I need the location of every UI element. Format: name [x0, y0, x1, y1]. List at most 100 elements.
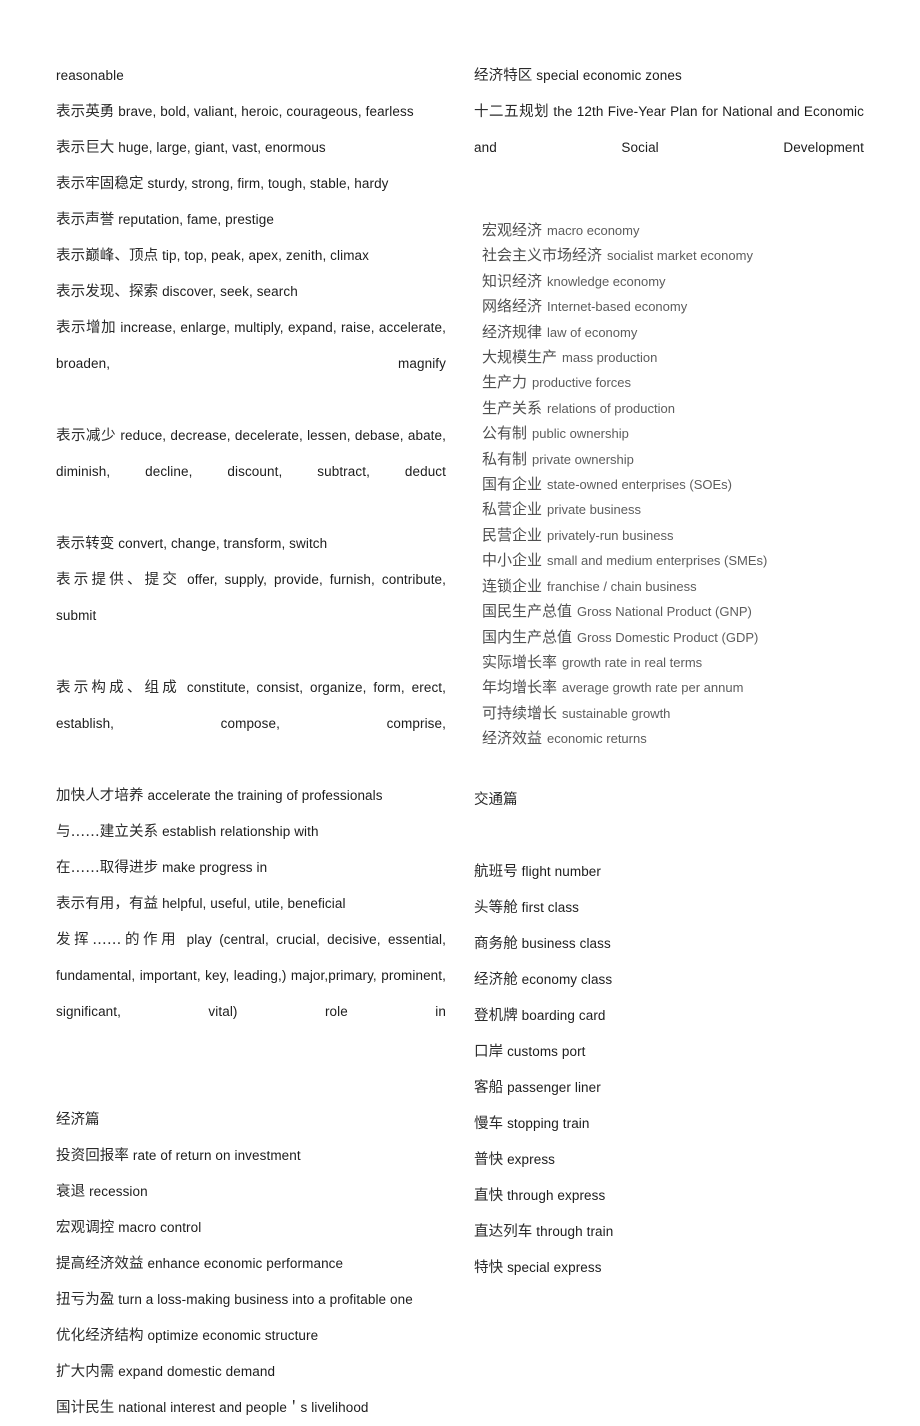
- term-chinese: 连锁企业: [482, 576, 543, 595]
- glossary-entry: 登机牌 boarding card: [474, 998, 864, 1034]
- term-chinese: 表示提供、提交: [56, 572, 181, 588]
- term-english: macro control: [118, 1220, 202, 1235]
- glossary-row: 经济规律 law of economy: [482, 320, 864, 345]
- term-chinese: 国计民生: [56, 1400, 115, 1416]
- term-chinese: 特快: [474, 1259, 504, 1276]
- glossary-row: 私营企业 private business: [482, 497, 864, 522]
- term-chinese: 商务舱: [474, 935, 518, 952]
- term-english: recession: [89, 1184, 148, 1199]
- term-english: establish relationship with: [162, 824, 319, 839]
- glossary-entry: 优化经济结构 optimize economic structure: [56, 1318, 446, 1354]
- glossary-entry: 宏观调控 macro control: [56, 1210, 446, 1246]
- glossary-entry: 慢车 stopping train: [474, 1106, 864, 1142]
- glossary-entry: 表示构成、组成 constitute, consist, organize, f…: [56, 670, 446, 778]
- term-chinese: 扩大内需: [56, 1364, 115, 1380]
- term-english: Gross Domestic Product (GDP): [577, 629, 759, 645]
- term-english: helpful, useful, utile, beneficial: [162, 896, 346, 911]
- glossary-row: 公有制 public ownership: [482, 421, 864, 446]
- term-english: sustainable growth: [562, 705, 671, 721]
- glossary-entry: 表示减少 reduce, decrease, decelerate, lesse…: [56, 418, 446, 526]
- glossary-entry: 扭亏为盈 turn a loss-making business into a …: [56, 1282, 446, 1318]
- term-chinese: 中小企业: [482, 551, 543, 570]
- term-chinese: 生产力: [482, 373, 528, 392]
- term-chinese: 经济特区: [474, 68, 533, 84]
- term-chinese: 表示巅峰、顶点: [56, 248, 159, 264]
- term-english: rate of return on investment: [132, 1148, 301, 1163]
- term-chinese: 表示英勇: [56, 104, 115, 120]
- term-chinese: 私有制: [482, 449, 528, 468]
- glossary-entry: 表示牢固稳定 sturdy, strong, firm, tough, stab…: [56, 166, 446, 202]
- glossary-entry: 表示声誉 reputation, fame, prestige: [56, 202, 446, 238]
- term-english: through train: [536, 1223, 614, 1239]
- term-english: accelerate the training of professionals: [147, 788, 383, 803]
- term-english: law of economy: [547, 324, 638, 340]
- term-chinese: 扭亏为盈: [56, 1292, 115, 1308]
- vertical-spacer: [474, 202, 864, 218]
- term-chinese: 普快: [474, 1151, 504, 1168]
- term-chinese: 经济效益: [482, 729, 543, 748]
- glossary-row: 国民生产总值 Gross National Product (GNP): [482, 599, 864, 624]
- term-english: national interest and people＇s livelihoo…: [118, 1400, 369, 1415]
- glossary-row: 年均增长率 average growth rate per annum: [482, 675, 864, 700]
- term-english: convert, change, transform, switch: [118, 536, 328, 551]
- left-column: reasonable 表示英勇 brave, bold, valiant, her…: [56, 58, 446, 1426]
- glossary-entry: 直达列车 through train: [474, 1214, 864, 1250]
- term-english: socialist market economy: [607, 248, 753, 264]
- term-english: relations of production: [547, 400, 675, 416]
- glossary-entry: 衰退 recession: [56, 1174, 446, 1210]
- term-chinese: 投资回报率: [56, 1148, 129, 1164]
- term-english: stopping train: [507, 1115, 590, 1131]
- term-english: discover, seek, search: [162, 284, 298, 299]
- term-english: special express: [507, 1259, 602, 1275]
- term-english: special economic zones: [536, 68, 682, 83]
- term-english: flight number: [521, 863, 602, 879]
- glossary-row: 大规模生产 mass production: [482, 345, 864, 370]
- term-chinese: 私营企业: [482, 500, 543, 519]
- term-chinese: 经济规律: [482, 322, 543, 341]
- term-english: macro economy: [547, 223, 640, 238]
- glossary-entry: reasonable: [56, 58, 446, 94]
- term-chinese: 民营企业: [482, 525, 543, 544]
- term-english: reputation, fame, prestige: [118, 212, 274, 227]
- term-english: private business: [547, 502, 641, 518]
- compact-glossary-block: 宏观经济 macro economy 社会主义市场经济 socialist marke…: [474, 218, 864, 752]
- term-english: tip, top, peak, apex, zenith, climax: [162, 248, 370, 263]
- document-page: reasonable 表示英勇 brave, bold, valiant, her…: [0, 0, 920, 1416]
- glossary-row: 连锁企业 franchise / chain business: [482, 574, 864, 599]
- term-chinese: 直快: [474, 1187, 504, 1204]
- glossary-entry: 口岸 customs port: [474, 1034, 864, 1070]
- term-english: mass production: [562, 350, 658, 366]
- term-english: privately-run business: [547, 527, 674, 543]
- glossary-row: 国内生产总值 Gross Domestic Product (GDP): [482, 625, 864, 650]
- term-chinese: 发挥……的作用: [56, 932, 180, 948]
- term-english: economic returns: [547, 731, 647, 747]
- term-chinese: 表示巨大: [56, 140, 115, 156]
- glossary-entry: 十二五规划 the 12th Five-Year Plan for Nation…: [474, 94, 864, 202]
- term-english: growth rate in real terms: [562, 654, 703, 670]
- term-english: economy class: [521, 971, 613, 987]
- term-chinese: 表示减少: [56, 428, 117, 444]
- term-chinese: 表示牢固稳定: [56, 176, 144, 192]
- term-english: small and medium enterprises (SMEs): [547, 553, 768, 569]
- term-english: public ownership: [532, 426, 629, 442]
- term-english: brave, bold, valiant, heroic, courageous…: [118, 104, 414, 119]
- term-english: knowledge economy: [547, 273, 666, 289]
- term-english: productive forces: [532, 375, 632, 391]
- term-chinese: 国民生产总值: [482, 602, 573, 621]
- term-english: expand domestic demand: [118, 1364, 276, 1379]
- glossary-entry: 商务舱 business class: [474, 926, 864, 962]
- term-chinese: 慢车: [474, 1115, 504, 1132]
- glossary-entry: 特快 special express: [474, 1250, 864, 1286]
- term-chinese: 经济舱: [474, 971, 518, 988]
- term-chinese: 实际增长率: [482, 652, 558, 671]
- glossary-row: 经济效益 economic returns: [482, 726, 864, 751]
- glossary-entry: 表示发现、探索 discover, seek, search: [56, 274, 446, 310]
- section-heading: 经济篇: [56, 1112, 100, 1128]
- glossary-row: 生产力 productive forces: [482, 370, 864, 395]
- term-english: private ownership: [532, 451, 634, 467]
- glossary-entry: 表示提供、提交 offer, supply, provide, furnish,…: [56, 562, 446, 670]
- glossary-entry: 提高经济效益 enhance economic performance: [56, 1246, 446, 1282]
- term-english: boarding card: [521, 1007, 606, 1023]
- term-chinese: 十二五规划: [474, 104, 550, 120]
- term-chinese: 表示转变: [56, 536, 115, 552]
